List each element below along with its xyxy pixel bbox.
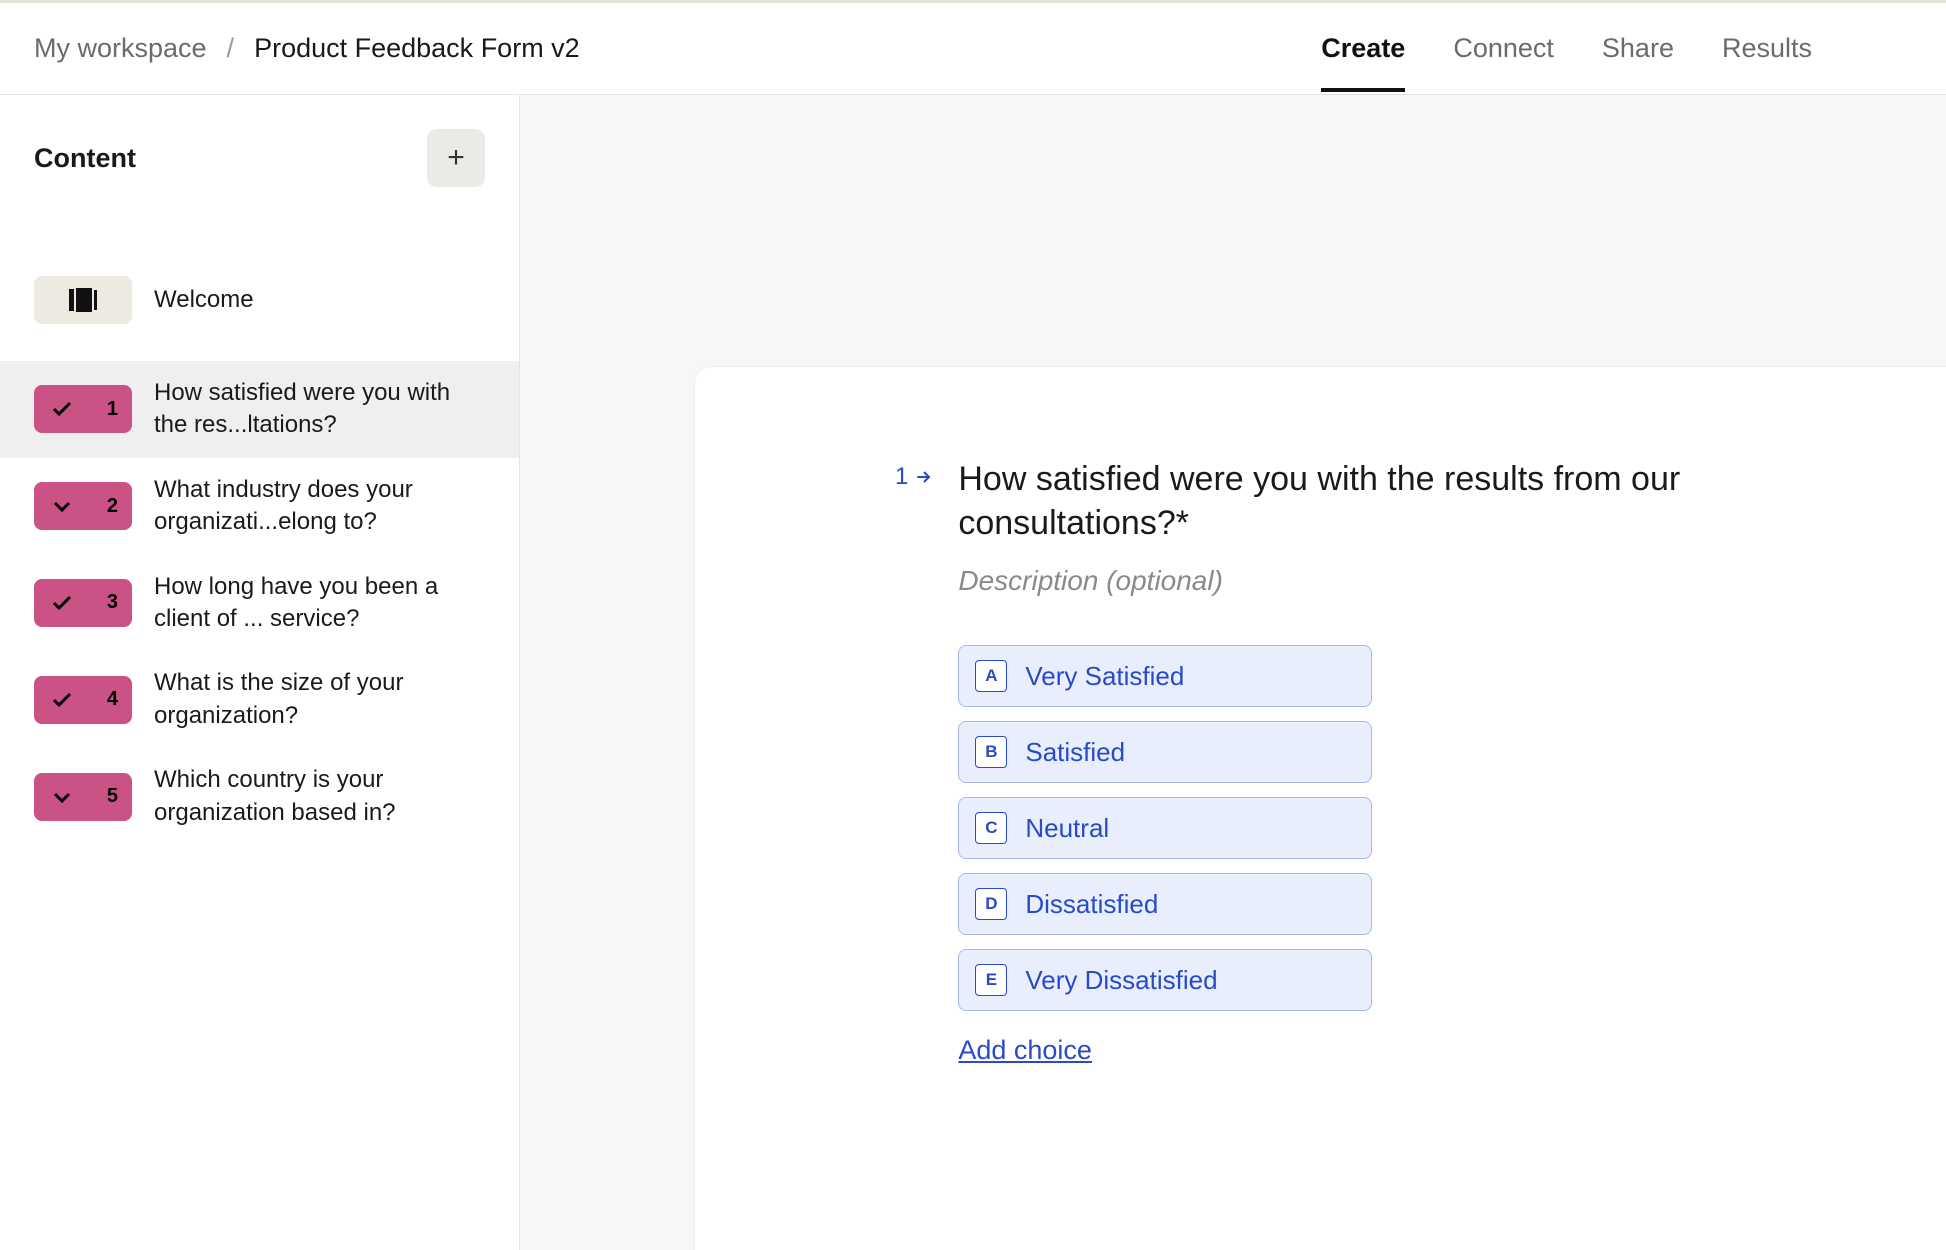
add-question-button[interactable]: + xyxy=(427,129,485,187)
choice-text[interactable]: Dissatisfied xyxy=(1025,889,1158,920)
sidebar-item-q1[interactable]: 1 How satisfied were you with the res...… xyxy=(0,361,519,458)
sidebar-item-q5[interactable]: 5 Which country is your organization bas… xyxy=(0,748,519,845)
question-type-badge: 4 xyxy=(34,676,132,724)
choice-option[interactable]: B Satisfied xyxy=(958,721,1372,783)
sidebar-list: Welcome 1 How satisfied were you with th… xyxy=(0,211,519,845)
question-type-badge: 5 xyxy=(34,773,132,821)
sidebar-item-label: Which country is your organization based… xyxy=(154,764,485,829)
question-number: 4 xyxy=(107,688,118,711)
check-icon xyxy=(50,688,74,712)
sidebar-item-q3[interactable]: 3 How long have you been a client of ...… xyxy=(0,555,519,652)
sidebar-item-label: How long have you been a client of ... s… xyxy=(154,571,485,636)
question-description-input[interactable]: Description (optional) xyxy=(958,565,1886,597)
question-number: 3 xyxy=(107,591,118,614)
breadcrumb-separator: / xyxy=(227,33,235,64)
choice-key: D xyxy=(975,888,1007,920)
question-title-input[interactable]: How satisfied were you with the results … xyxy=(958,457,1886,545)
choice-option[interactable]: A Very Satisfied xyxy=(958,645,1372,707)
choice-key: E xyxy=(975,964,1007,996)
welcome-screen-icon xyxy=(34,276,132,324)
check-icon xyxy=(50,591,74,615)
sidebar-item-label: How satisfied were you with the res...lt… xyxy=(154,377,485,442)
choice-key: C xyxy=(975,812,1007,844)
tab-connect[interactable]: Connect xyxy=(1453,5,1554,92)
breadcrumb-title[interactable]: Product Feedback Form v2 xyxy=(254,33,580,64)
sidebar-item-q4[interactable]: 4 What is the size of your organization? xyxy=(0,651,519,748)
question-number: 5 xyxy=(107,785,118,808)
sidebar-item-label: Welcome xyxy=(154,284,485,316)
sidebar-item-label: What industry does your organizati...elo… xyxy=(154,474,485,539)
tab-create[interactable]: Create xyxy=(1321,5,1405,92)
breadcrumb: My workspace / Product Feedback Form v2 xyxy=(34,33,580,64)
question-type-badge: 2 xyxy=(34,482,132,530)
sidebar-item-q2[interactable]: 2 What industry does your organizati...e… xyxy=(0,458,519,555)
question-number-indicator: 1 xyxy=(895,457,934,491)
question-type-badge: 1 xyxy=(34,385,132,433)
breadcrumb-workspace[interactable]: My workspace xyxy=(34,33,207,64)
top-nav: Create Connect Share Results xyxy=(1321,5,1912,92)
editor-canvas: 1 How satisfied were you with the result… xyxy=(520,95,1946,1250)
sidebar-header: Content + xyxy=(0,95,519,211)
question-type-badge: 3 xyxy=(34,579,132,627)
choice-key: A xyxy=(975,660,1007,692)
choice-text[interactable]: Neutral xyxy=(1025,813,1109,844)
tab-share[interactable]: Share xyxy=(1602,5,1674,92)
choice-key: B xyxy=(975,736,1007,768)
choice-text[interactable]: Satisfied xyxy=(1025,737,1125,768)
header-bar: My workspace / Product Feedback Form v2 … xyxy=(0,0,1946,95)
sidebar-item-welcome[interactable]: Welcome xyxy=(0,257,519,343)
add-choice-button[interactable]: Add choice xyxy=(958,1035,1092,1066)
choice-text[interactable]: Very Satisfied xyxy=(1025,661,1184,692)
choice-option[interactable]: E Very Dissatisfied xyxy=(958,949,1372,1011)
question-number: 1 xyxy=(107,398,118,421)
check-icon xyxy=(50,397,74,421)
arrow-right-icon xyxy=(914,467,934,487)
chevron-down-icon xyxy=(50,494,74,518)
sidebar: Content + Welcome 1 How satisfied were y… xyxy=(0,95,520,1250)
question-number: 2 xyxy=(107,495,118,518)
choice-option[interactable]: D Dissatisfied xyxy=(958,873,1372,935)
choice-text[interactable]: Very Dissatisfied xyxy=(1025,965,1217,996)
sidebar-item-label: What is the size of your organization? xyxy=(154,667,485,732)
tab-results[interactable]: Results xyxy=(1722,5,1812,92)
sidebar-title: Content xyxy=(34,143,136,174)
chevron-down-icon xyxy=(50,785,74,809)
choices-list: A Very Satisfied B Satisfied C Neutral xyxy=(958,645,1372,1011)
question-card: 1 How satisfied were you with the result… xyxy=(695,367,1946,1250)
choice-option[interactable]: C Neutral xyxy=(958,797,1372,859)
